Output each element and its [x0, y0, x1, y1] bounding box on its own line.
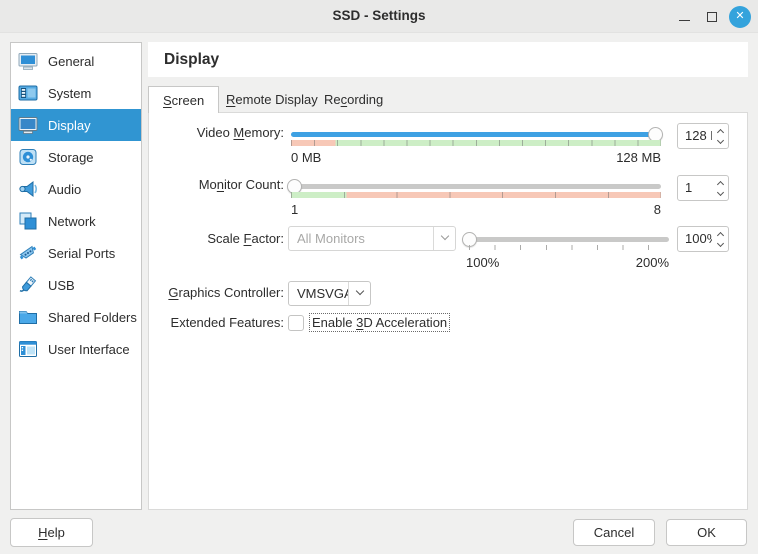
page-header: Display: [148, 42, 748, 77]
minimize-icon: [679, 20, 690, 22]
ok-button[interactable]: OK: [666, 519, 747, 546]
settings-category-list: General System Display Storage Audio Net…: [10, 42, 142, 510]
maximize-icon: [707, 12, 717, 22]
sidebar-item-audio[interactable]: Audio: [11, 173, 141, 205]
system-chip-icon: [17, 82, 39, 104]
scale-factor-minmax: 100% 200%: [466, 255, 669, 270]
spin-down-icon[interactable]: [716, 188, 723, 195]
usb-plug-icon: [17, 274, 39, 296]
monitor-count-slider[interactable]: [291, 184, 661, 189]
sidebar-item-serial-ports[interactable]: Serial Ports: [11, 237, 141, 269]
video-memory-scale: [291, 140, 661, 146]
sidebar-item-shared-folders[interactable]: Shared Folders: [11, 301, 141, 333]
maximize-button[interactable]: [700, 0, 724, 33]
video-memory-label: Video Memory:: [149, 125, 284, 141]
monitor-count-value[interactable]: 1: [678, 176, 712, 200]
window-title: SSD - Settings: [0, 8, 758, 23]
serial-port-icon: [17, 242, 39, 264]
tab-recording[interactable]: Recording: [310, 86, 397, 113]
network-cards-icon: [17, 210, 39, 232]
audio-speaker-icon: [17, 178, 39, 200]
minimize-button[interactable]: [672, 0, 696, 33]
sidebar-item-label: Shared Folders: [48, 310, 137, 325]
video-memory-slider[interactable]: [291, 132, 661, 137]
monitor-count-max: 8: [654, 202, 661, 217]
monitor-count-minmax: 1 8: [291, 202, 661, 217]
general-monitor-icon: [17, 50, 39, 72]
screen-tab-pane: Video Memory: 0 MB 128 MB 128 MB Monitor…: [148, 112, 748, 510]
video-memory-value[interactable]: 128 MB: [678, 124, 712, 148]
sidebar-item-usb[interactable]: USB: [11, 269, 141, 301]
enable-3d-acceleration-checkbox[interactable]: [288, 315, 304, 331]
display-tabbar: Screen Remote Display Recording: [148, 86, 748, 112]
video-memory-max: 128 MB: [616, 150, 661, 165]
spin-down-icon[interactable]: [716, 136, 723, 143]
spin-up-icon[interactable]: [716, 231, 723, 238]
shared-folder-icon: [17, 306, 39, 328]
scale-factor-monitor-value: All Monitors: [289, 231, 433, 246]
spin-up-icon[interactable]: [716, 128, 723, 135]
scale-factor-scale: [469, 245, 669, 250]
page-title: Display: [164, 51, 219, 69]
sidebar-item-label: Network: [48, 214, 96, 229]
tab-screen[interactable]: Screen: [148, 86, 219, 113]
sidebar-item-label: Display: [48, 118, 91, 133]
monitor-count-scale: [291, 192, 661, 198]
video-memory-minmax: 0 MB 128 MB: [291, 150, 661, 165]
scale-factor-value[interactable]: 100%: [678, 227, 712, 251]
sidebar-item-network[interactable]: Network: [11, 205, 141, 237]
storage-disk-icon: [17, 146, 39, 168]
sidebar-item-general[interactable]: General: [11, 45, 141, 77]
spin-down-icon[interactable]: [716, 239, 723, 246]
user-interface-window-icon: [17, 338, 39, 360]
sidebar-item-label: System: [48, 86, 91, 101]
chevron-down-icon: [348, 282, 370, 305]
spin-up-icon[interactable]: [716, 180, 723, 187]
chevron-down-icon: [433, 227, 455, 250]
sidebar-item-system[interactable]: System: [11, 77, 141, 109]
graphics-controller-dropdown[interactable]: VMSVGA: [288, 281, 371, 306]
monitor-count-spinbox[interactable]: 1: [677, 175, 729, 201]
sidebar-item-label: Audio: [48, 182, 81, 197]
sidebar-item-user-interface[interactable]: User Interface: [11, 333, 141, 365]
sidebar-item-label: Serial Ports: [48, 246, 115, 261]
scale-factor-min: 100%: [466, 255, 499, 270]
enable-3d-acceleration-checkbox-label[interactable]: Enable 3D Acceleration: [310, 314, 449, 331]
extended-features-label: Extended Features:: [149, 315, 284, 331]
scale-factor-label: Scale Factor:: [149, 231, 284, 247]
sidebar-item-label: USB: [48, 278, 75, 293]
sidebar-item-storage[interactable]: Storage: [11, 141, 141, 173]
titlebar: SSD - Settings ✕: [0, 0, 758, 33]
scale-factor-max: 200%: [636, 255, 669, 270]
video-memory-spinbox[interactable]: 128 MB: [677, 123, 729, 149]
close-button[interactable]: ✕: [727, 0, 753, 33]
sidebar-item-label: User Interface: [48, 342, 130, 357]
scale-factor-monitor-dropdown: All Monitors: [288, 226, 456, 251]
graphics-controller-label: Graphics Controller:: [149, 285, 284, 301]
close-icon: ✕: [729, 6, 751, 28]
help-button[interactable]: Help: [10, 518, 93, 547]
scale-factor-spinbox[interactable]: 100%: [677, 226, 729, 252]
sidebar-item-display[interactable]: Display: [11, 109, 141, 141]
video-memory-min: 0 MB: [291, 150, 321, 165]
display-monitor-icon: [17, 114, 39, 136]
sidebar-item-label: General: [48, 54, 94, 69]
graphics-controller-value: VMSVGA: [289, 286, 348, 301]
cancel-button[interactable]: Cancel: [573, 519, 655, 546]
monitor-count-label: Monitor Count:: [149, 177, 284, 193]
scale-factor-slider[interactable]: [466, 237, 669, 242]
sidebar-item-label: Storage: [48, 150, 94, 165]
monitor-count-min: 1: [291, 202, 298, 217]
